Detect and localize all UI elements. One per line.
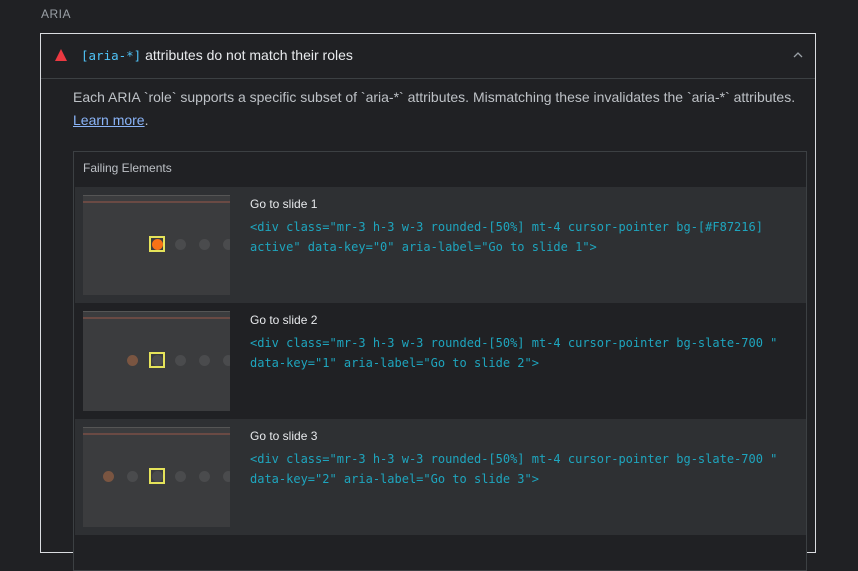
element-screenshot	[83, 311, 230, 411]
thumb-line	[83, 427, 230, 428]
thumb-line	[83, 311, 230, 312]
slide-dot	[223, 471, 230, 482]
table-header: Failing Elements	[83, 161, 172, 175]
element-screenshot	[83, 195, 230, 295]
slide-dot	[175, 355, 186, 366]
highlight-box	[149, 352, 165, 368]
slide-dot	[103, 471, 114, 482]
element-screenshot	[83, 427, 230, 527]
slide-dot	[199, 355, 210, 366]
slide-dot	[175, 471, 186, 482]
warning-triangle-icon	[55, 49, 67, 61]
table-row[interactable]: Go to slide 3 <div class="mr-3 h-3 w-3 r…	[75, 419, 806, 535]
element-label: Go to slide 3	[250, 429, 318, 443]
slide-dot	[223, 239, 230, 250]
thumb-line	[83, 433, 230, 435]
description-period: .	[144, 112, 149, 128]
slide-dot	[127, 471, 138, 482]
slide-dot	[175, 239, 186, 250]
failing-elements-table: Failing Elements Go to slide 1 <div clas…	[73, 151, 807, 571]
element-snippet[interactable]: <div class="mr-3 h-3 w-3 rounded-[50%] m…	[250, 449, 790, 489]
thumb-line	[83, 195, 230, 196]
table-row[interactable]: Go to slide 1 <div class="mr-3 h-3 w-3 r…	[75, 187, 806, 303]
audit-description: Each ARIA `role` supports a specific sub…	[73, 86, 809, 132]
audit-title-code: [aria-*]	[81, 48, 142, 63]
audit-panel: [aria-*] attributes do not match their r…	[40, 33, 816, 571]
audit-title: [aria-*] attributes do not match their r…	[81, 47, 353, 63]
element-label: Go to slide 2	[250, 313, 318, 327]
thumb-line	[83, 317, 230, 319]
chevron-up-icon[interactable]	[791, 48, 805, 62]
audit-title-text: attributes do not match their roles	[141, 47, 353, 63]
element-label: Go to slide 1	[250, 197, 318, 211]
element-snippet[interactable]: <div class="mr-3 h-3 w-3 rounded-[50%] m…	[250, 333, 790, 373]
highlight-box	[149, 236, 165, 252]
description-text: Each ARIA `role` supports a specific sub…	[73, 89, 796, 105]
audit-body: Each ARIA `role` supports a specific sub…	[73, 86, 809, 571]
element-snippet[interactable]: <div class="mr-3 h-3 w-3 rounded-[50%] m…	[250, 217, 790, 257]
slide-dot	[199, 471, 210, 482]
table-row[interactable]: Go to slide 2 <div class="mr-3 h-3 w-3 r…	[75, 303, 806, 419]
section-title: ARIA	[41, 7, 72, 21]
slide-dot	[199, 239, 210, 250]
highlight-box	[149, 468, 165, 484]
slide-dot	[127, 355, 138, 366]
slide-dot	[223, 355, 230, 366]
thumb-line	[83, 201, 230, 203]
audit-header[interactable]: [aria-*] attributes do not match their r…	[41, 34, 815, 79]
learn-more-link[interactable]: Learn more	[73, 112, 145, 128]
